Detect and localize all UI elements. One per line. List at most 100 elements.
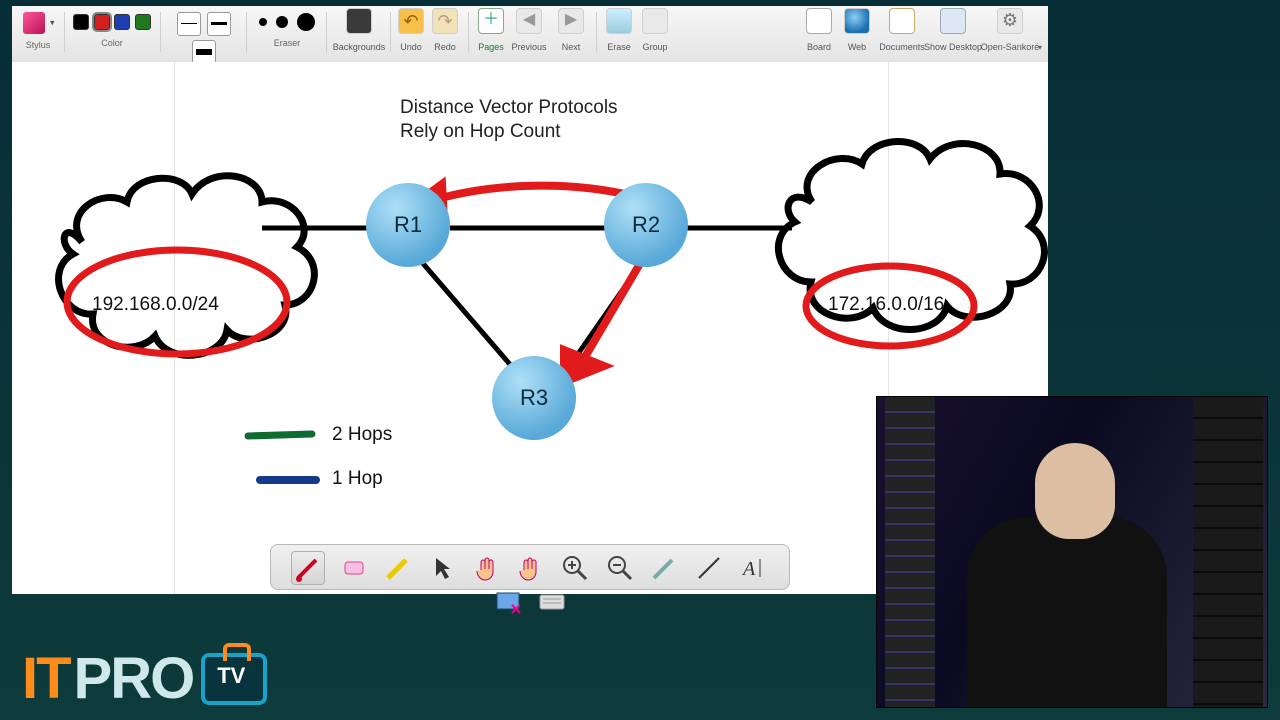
eraser-group[interactable]: Eraser	[252, 10, 322, 34]
text-tool[interactable]: A	[737, 552, 769, 584]
erase-button[interactable]: Erase	[604, 6, 634, 52]
svg-text:A: A	[741, 558, 756, 580]
eraser-tool[interactable]	[337, 552, 369, 584]
stylus-icon	[23, 12, 45, 34]
previous-button[interactable]: ◀ Previous	[514, 6, 544, 52]
eraser-small-icon[interactable]	[259, 18, 267, 26]
hand-tool[interactable]	[471, 552, 503, 584]
top-toolbar: ▾ Stylus Color Line	[12, 6, 1048, 63]
presenter-body	[967, 517, 1167, 707]
router-r1: R1	[366, 183, 450, 267]
stylus-label: Stylus	[16, 40, 60, 50]
group-icon	[642, 8, 668, 34]
highlighter-tool[interactable]	[382, 552, 414, 584]
previous-label: Previous	[508, 42, 550, 52]
show-desktop-button[interactable]: Show Desktop	[928, 6, 978, 52]
zoom-in-tool[interactable]	[559, 552, 591, 584]
documents-icon	[889, 8, 915, 34]
group-label: Group	[634, 42, 676, 52]
eraser-label: Eraser	[252, 38, 322, 48]
pointer-tool[interactable]	[426, 552, 458, 584]
next-label: Next	[550, 42, 592, 52]
laser-tool[interactable]	[648, 552, 680, 584]
router-r3: R3	[492, 356, 576, 440]
erase-icon	[606, 8, 632, 34]
separator	[246, 12, 247, 52]
scroll-tool[interactable]	[515, 552, 547, 584]
color-black[interactable]	[73, 14, 89, 30]
bottom-toolbar: A	[270, 544, 790, 590]
rack-left	[885, 397, 935, 707]
color-blue[interactable]	[114, 14, 130, 30]
capture-tool[interactable]	[492, 585, 524, 617]
separator	[326, 12, 327, 52]
show-desktop-label: Show Desktop	[922, 42, 984, 52]
separator	[64, 12, 65, 52]
separator	[160, 12, 161, 52]
redo-icon: ↷	[432, 8, 458, 34]
group-button[interactable]: Group	[640, 6, 670, 52]
pages-button[interactable]: ＋ Pages	[476, 6, 506, 52]
open-sankore-label: Open-Sankoré	[976, 42, 1044, 52]
next-button[interactable]: ▶ Next	[556, 6, 586, 52]
router-r1-label: R1	[394, 212, 422, 237]
brand-it: IT	[22, 645, 70, 712]
undo-button[interactable]: ↶ Undo	[396, 6, 426, 52]
pages-label: Pages	[470, 42, 512, 52]
line-thin-icon[interactable]	[177, 12, 201, 36]
router-r3-label: R3	[520, 385, 548, 410]
backgrounds-button[interactable]: Backgrounds	[334, 6, 384, 52]
line-tool[interactable]	[693, 552, 725, 584]
color-green[interactable]	[135, 14, 151, 30]
desktop-icon	[940, 8, 966, 34]
router-r2-label: R2	[632, 212, 660, 237]
backgrounds-label: Backgrounds	[328, 42, 390, 52]
board-icon	[806, 8, 832, 34]
globe-icon	[844, 8, 870, 34]
color-label: Color	[70, 38, 154, 48]
documents-button[interactable]: Documents	[880, 6, 924, 52]
router-r2: R2	[604, 183, 688, 267]
redo-label: Redo	[424, 42, 466, 52]
eraser-large-icon[interactable]	[297, 13, 315, 31]
zoom-out-tool[interactable]	[604, 552, 636, 584]
pages-icon: ＋	[478, 8, 504, 34]
color-group[interactable]: Color	[70, 10, 154, 34]
undo-icon: ↶	[398, 8, 424, 34]
presenter-webcam	[876, 396, 1268, 708]
backgrounds-icon	[346, 8, 372, 34]
legend-1hop-label: 1 Hop	[332, 468, 383, 490]
network-left-label: 192.168.0.0/24	[92, 294, 219, 316]
web-button[interactable]: Web	[842, 6, 872, 52]
line-thick-icon[interactable]	[192, 40, 216, 64]
brand-logo: IT PRO TV	[22, 645, 267, 712]
redo-button[interactable]: ↷ Redo	[430, 6, 460, 52]
rack-right	[1193, 397, 1263, 707]
menu-caret-icon: ▾	[1038, 43, 1042, 52]
link-lines	[262, 228, 792, 376]
brand-tv-label: TV	[217, 663, 245, 689]
open-sankore-button[interactable]: ⚙ Open-Sankoré ▾	[982, 6, 1038, 52]
eraser-med-icon[interactable]	[276, 16, 288, 28]
brand-tv-icon: TV	[201, 653, 267, 705]
pen-tool[interactable]	[291, 551, 325, 585]
legend-2hops-line	[248, 434, 312, 436]
presenter-head	[1035, 443, 1115, 539]
keyboard-tool[interactable]	[536, 585, 568, 617]
gear-icon: ⚙	[997, 8, 1023, 34]
separator	[596, 12, 597, 52]
legend-2hops-label: 2 Hops	[332, 424, 392, 446]
next-icon: ▶	[558, 8, 584, 34]
previous-icon: ◀	[516, 8, 542, 34]
stage: ▾ Stylus Color Line	[0, 0, 1280, 720]
network-right-label: 172.16.0.0/16	[828, 294, 944, 316]
board-button[interactable]: Board	[804, 6, 834, 52]
line-med-icon[interactable]	[207, 12, 231, 36]
brand-pro: PRO	[74, 645, 194, 712]
line-group[interactable]: Line	[166, 10, 242, 66]
color-red[interactable]	[94, 14, 110, 30]
separator	[468, 12, 469, 52]
board-label: Board	[798, 42, 840, 52]
web-label: Web	[836, 42, 878, 52]
stylus-group[interactable]: ▾ Stylus	[16, 10, 60, 36]
